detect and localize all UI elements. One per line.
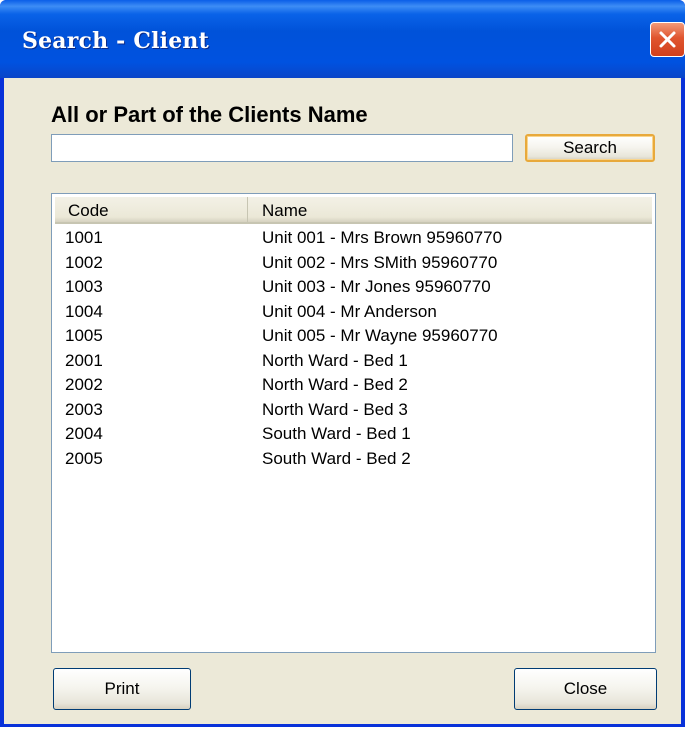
client-name: Unit 003 - Mr Jones 95960770 (262, 277, 491, 296)
column-header-code-label: Code (68, 201, 109, 220)
client-name: Unit 002 - Mrs SMith 95960770 (262, 252, 498, 272)
client-code: 1002 (65, 252, 103, 272)
client-name: South Ward - Bed 1 (262, 424, 411, 443)
client-code: 2002 (65, 375, 103, 394)
close-icon (659, 31, 676, 48)
search-button[interactable]: Search (525, 134, 655, 162)
column-header-name[interactable]: Name (248, 197, 652, 222)
close-window-button[interactable] (650, 22, 685, 57)
title-bar[interactable]: Search - Client (0, 0, 685, 78)
print-button[interactable]: Print (53, 668, 191, 710)
dialog-body: All or Part of the Clients Name Search C… (4, 78, 681, 724)
client-code: 2001 (65, 350, 103, 370)
client-code: 1004 (65, 301, 103, 321)
client-name: South Ward - Bed 2 (262, 448, 411, 468)
client-name: North Ward - Bed 3 (262, 399, 408, 419)
client-code: 1001 (65, 228, 103, 247)
window-title: Search - Client (22, 28, 209, 54)
client-name: Unit 005 - Mr Wayne 95960770 (262, 326, 498, 345)
client-code: 1005 (65, 326, 103, 345)
client-code: 1003 (65, 277, 103, 296)
client-list[interactable]: Code Name 1001 Unit 001 - Mrs Brown 9596… (51, 193, 656, 653)
search-client-window: Search - Client All or Part of the Clien… (0, 0, 685, 727)
list-item[interactable]: 1004 Unit 004 - Mr Anderson (55, 300, 652, 325)
client-code: 2004 (65, 424, 103, 443)
client-name-search-input[interactable] (51, 134, 513, 162)
client-name: North Ward - Bed 1 (262, 350, 408, 370)
client-name: Unit 004 - Mr Anderson (262, 301, 437, 321)
list-item[interactable]: 2003 North Ward - Bed 3 (55, 398, 652, 423)
client-code: 2003 (65, 399, 103, 419)
list-item[interactable]: 1002 Unit 002 - Mrs SMith 95960770 (55, 251, 652, 276)
list-item[interactable]: 1001 Unit 001 - Mrs Brown 95960770 (55, 226, 652, 251)
column-header-code[interactable]: Code (55, 197, 248, 222)
client-code: 2005 (65, 448, 103, 468)
list-item[interactable]: 2002 North Ward - Bed 2 (55, 373, 652, 398)
column-header-name-label: Name (262, 201, 308, 220)
close-button[interactable]: Close (514, 668, 657, 710)
list-item[interactable]: 1005 Unit 005 - Mr Wayne 95960770 (55, 324, 652, 349)
list-item[interactable]: 1003 Unit 003 - Mr Jones 95960770 (55, 275, 652, 300)
list-item[interactable]: 2005 South Ward - Bed 2 (55, 447, 652, 472)
list-item[interactable]: 2001 North Ward - Bed 1 (55, 349, 652, 374)
search-prompt-label: All or Part of the Clients Name (51, 102, 368, 127)
list-body: 1001 Unit 001 - Mrs Brown 95960770 1002 … (55, 226, 652, 471)
client-name: Unit 001 - Mrs Brown 95960770 (262, 228, 503, 247)
client-name: North Ward - Bed 2 (262, 375, 408, 394)
list-item[interactable]: 2004 South Ward - Bed 1 (55, 422, 652, 447)
list-header: Code Name (55, 197, 652, 224)
